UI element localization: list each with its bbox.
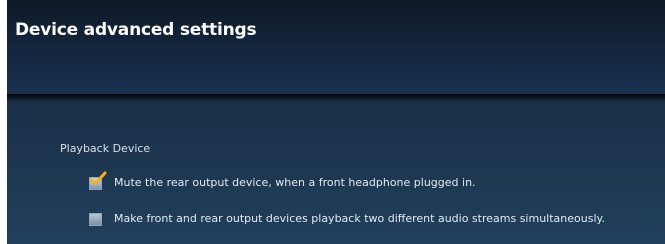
dialog-header: Device advanced settings (7, 0, 665, 94)
dialog-title: Device advanced settings (15, 20, 257, 40)
device-advanced-settings-dialog: Device advanced settings Playback Device… (7, 0, 665, 244)
section-label-playback-device: Playback Device (60, 142, 151, 155)
separate-streams-label: Make front and rear output devices playb… (114, 211, 605, 225)
header-divider (7, 94, 665, 102)
mute-rear-output-label: Mute the rear output device, when a fron… (114, 175, 476, 189)
separate-streams-option[interactable]: Make front and rear output devices playb… (89, 209, 605, 227)
mute-rear-output-option[interactable]: Mute the rear output device, when a fron… (89, 171, 476, 191)
mute-rear-output-checkbox[interactable] (89, 171, 107, 190)
checkmark-icon (89, 171, 107, 186)
separate-streams-checkbox[interactable] (89, 213, 102, 226)
